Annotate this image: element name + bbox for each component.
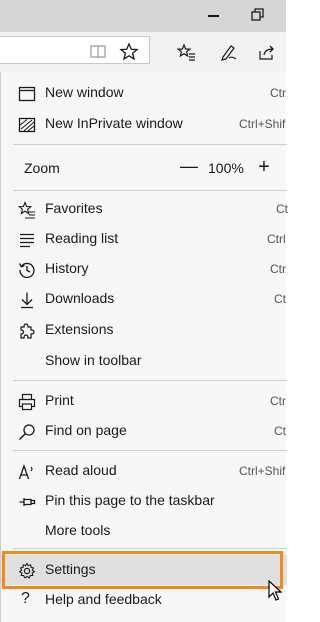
menu-item-read-aloud[interactable]: Read aloud Ctrl+Shif bbox=[1, 456, 287, 486]
share-button[interactable] bbox=[257, 42, 277, 62]
book-icon bbox=[90, 45, 106, 59]
menu-item-more-tools[interactable]: More tools bbox=[1, 516, 287, 546]
pen-icon bbox=[221, 45, 237, 61]
reading-view-button[interactable] bbox=[88, 42, 108, 62]
favorites-list-icon bbox=[176, 43, 195, 61]
favorite-star-button[interactable] bbox=[119, 42, 139, 62]
menu-item-label: New InPrivate window bbox=[45, 115, 183, 131]
menu-item-label: Help and feedback bbox=[45, 591, 162, 607]
menu-item-label: Print bbox=[45, 392, 74, 408]
menu-item-label: Downloads bbox=[45, 290, 115, 306]
menu-item-label: Favorites bbox=[45, 200, 103, 216]
menu-item-label: History bbox=[45, 260, 89, 276]
menu-item-label: Pin this page to the taskbar bbox=[45, 492, 215, 508]
menu-item-label: New window bbox=[45, 84, 124, 100]
menu-item-label: Show in toolbar bbox=[45, 352, 142, 368]
zoom-level: 100% bbox=[208, 160, 244, 176]
mouse-cursor-icon bbox=[268, 580, 283, 601]
history-icon bbox=[18, 262, 35, 279]
title-bar bbox=[0, 0, 286, 32]
shortcut-text: Ctr bbox=[270, 86, 286, 100]
settings-highlight-box bbox=[2, 551, 283, 589]
menu-divider bbox=[13, 190, 287, 191]
pin-icon bbox=[19, 498, 36, 506]
inprivate-window-icon bbox=[18, 117, 36, 133]
restore-icon bbox=[251, 8, 264, 21]
menu-item-extensions[interactable]: Extensions bbox=[1, 315, 287, 345]
menu-item-favorites[interactable]: Favorites Ct bbox=[1, 194, 288, 224]
menu-item-label: Reading list bbox=[45, 230, 119, 246]
window-icon bbox=[18, 86, 36, 102]
reading-list-icon bbox=[20, 233, 34, 248]
menu-item-help-and-feedback[interactable]: ? Help and feedback bbox=[1, 585, 287, 615]
menu-divider bbox=[13, 144, 287, 145]
extensions-puzzle-icon bbox=[20, 323, 35, 339]
shortcut-text: Ctrl+Shif bbox=[239, 117, 286, 131]
menu-item-history[interactable]: History Ctr bbox=[1, 254, 287, 284]
menu-item-print[interactable]: Print Ctr bbox=[1, 386, 287, 416]
menu-item-downloads[interactable]: Downloads Ct bbox=[1, 284, 287, 314]
menu-item-label: Find on page bbox=[45, 422, 127, 438]
download-icon bbox=[21, 292, 33, 309]
search-icon bbox=[18, 424, 35, 441]
shortcut-text: Ctr bbox=[270, 262, 286, 276]
share-icon bbox=[259, 45, 274, 60]
print-icon bbox=[18, 393, 36, 411]
shortcut-text: Ctr bbox=[270, 394, 286, 408]
menu-divider bbox=[13, 380, 287, 381]
menu-item-pin-to-taskbar[interactable]: Pin this page to the taskbar bbox=[1, 486, 287, 516]
shortcut-text: Ctrl bbox=[267, 232, 286, 246]
menu-item-label: Extensions bbox=[45, 321, 114, 337]
read-aloud-icon bbox=[18, 464, 33, 480]
restore-button[interactable] bbox=[249, 6, 267, 24]
minimize-button[interactable] bbox=[205, 6, 223, 24]
shortcut-text: Ct bbox=[274, 292, 286, 306]
zoom-out-button[interactable]: — bbox=[179, 156, 199, 180]
shortcut-text: Ctrl+Shif bbox=[239, 464, 286, 478]
shortcut-text: Ct bbox=[276, 202, 288, 216]
menu-divider bbox=[13, 450, 287, 451]
more-menu: New window Ctr New InPrivate window Ctrl… bbox=[0, 72, 288, 622]
menu-item-label: More tools bbox=[45, 522, 111, 538]
star-icon bbox=[119, 42, 139, 61]
menu-item-label: Read aloud bbox=[45, 462, 117, 478]
web-notes-button[interactable] bbox=[218, 42, 238, 62]
zoom-in-button[interactable]: + bbox=[254, 156, 274, 180]
zoom-row: Zoom — 100% + bbox=[1, 154, 287, 184]
menu-item-show-in-toolbar[interactable]: Show in toolbar bbox=[1, 346, 287, 376]
help-question-icon: ? bbox=[21, 590, 30, 607]
menu-item-find-on-page[interactable]: Find on page Ct bbox=[1, 416, 287, 446]
menu-item-reading-list[interactable]: Reading list Ctrl bbox=[1, 224, 287, 254]
favorites-list-icon bbox=[18, 201, 35, 219]
menu-divider bbox=[13, 548, 287, 549]
menu-item-new-inprivate-window[interactable]: New InPrivate window Ctrl+Shif bbox=[1, 109, 287, 139]
shortcut-text: Ct bbox=[274, 424, 286, 438]
favorites-hub-button[interactable] bbox=[176, 42, 196, 62]
menu-item-new-window[interactable]: New window Ctr bbox=[1, 78, 287, 108]
zoom-label: Zoom bbox=[24, 160, 60, 176]
